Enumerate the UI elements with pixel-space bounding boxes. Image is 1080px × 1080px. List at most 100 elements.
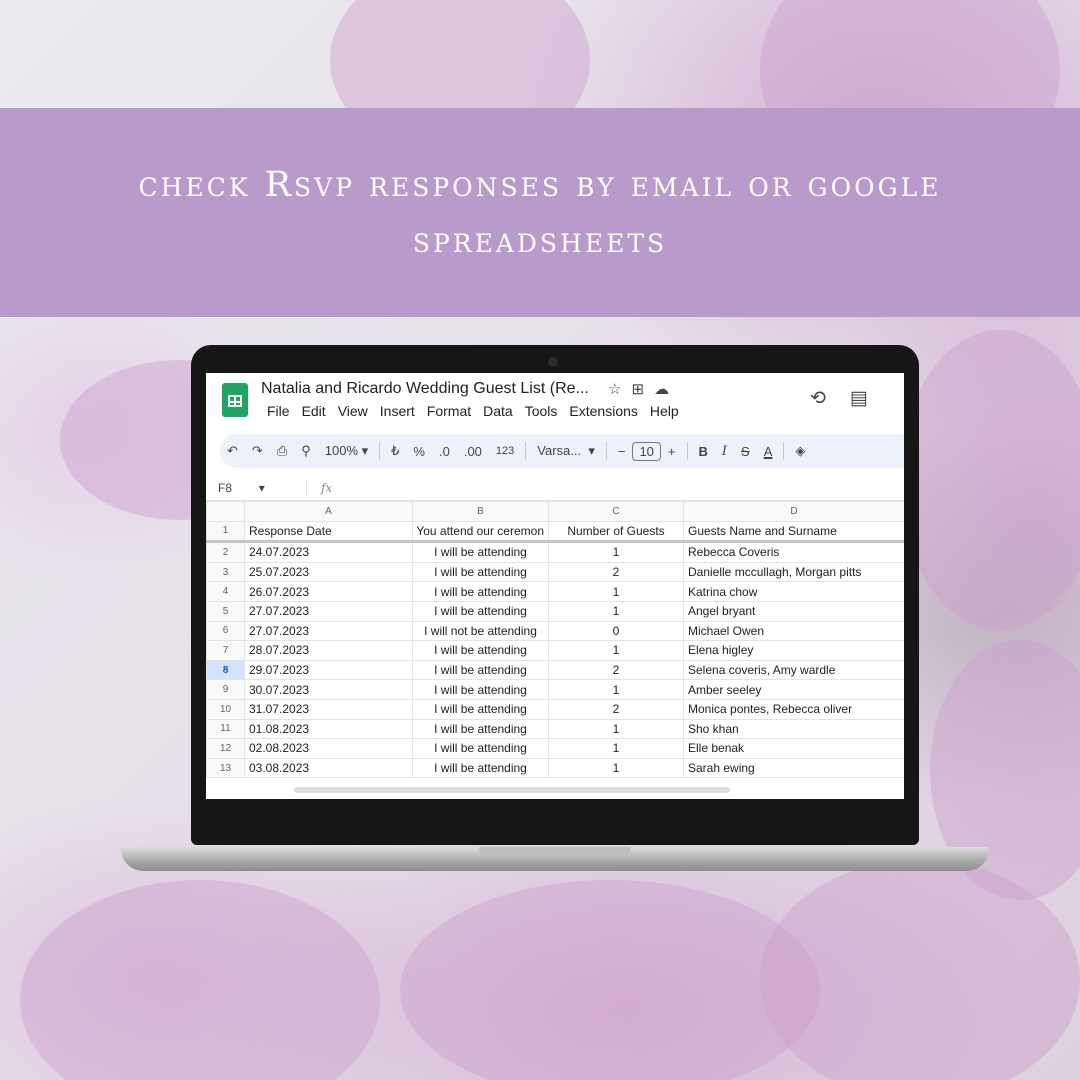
history-icon[interactable]: ⟲ [810, 387, 826, 410]
column-header-d[interactable]: D [683, 501, 904, 522]
cell-attend[interactable]: I will be attending [412, 698, 549, 720]
number-format-button[interactable]: 123 [489, 445, 521, 457]
column-header-a[interactable]: A [244, 501, 413, 522]
cell-attend[interactable]: I will be attending [412, 679, 549, 700]
cell-date[interactable]: 25.07.2023 [244, 561, 413, 583]
header-cell[interactable]: ll You attend our ceremon [412, 520, 549, 544]
cell-names[interactable]: Elena higley [683, 640, 904, 661]
cell-date[interactable]: 27.07.2023 [244, 620, 413, 642]
cell-guests[interactable]: 1 [548, 541, 684, 563]
star-icon[interactable]: ☆ [608, 380, 621, 398]
zoom-select[interactable]: 100% ▾ [318, 443, 375, 459]
header-cell[interactable]: Number of Guests [548, 520, 684, 544]
row-number[interactable]: 1 [206, 520, 245, 544]
cell-guests[interactable]: 2 [548, 561, 684, 583]
bold-button[interactable]: B [692, 444, 715, 459]
row-number[interactable]: 3 [206, 561, 245, 583]
font-select[interactable]: Varsa... ▾ [530, 443, 602, 459]
cell-attend[interactable]: I will be attending [412, 541, 549, 563]
menu-format[interactable]: Format [427, 403, 471, 419]
cell-guests[interactable]: 2 [548, 698, 684, 720]
font-size-input[interactable]: 10 [632, 441, 661, 461]
menu-extensions[interactable]: Extensions [569, 403, 637, 419]
row-number[interactable]: 2 [206, 541, 245, 563]
cell-date[interactable]: 29.07.2023 [244, 659, 413, 681]
cell-attend[interactable]: I will be attending [412, 738, 549, 759]
paint-format-icon[interactable]: ⚲ [294, 443, 318, 459]
row-number[interactable]: 4 [206, 581, 245, 602]
cell-names[interactable]: Angel bryant [683, 600, 904, 622]
cell-date[interactable]: 28.07.2023 [244, 640, 413, 661]
cell-names[interactable]: Selena coveris, Amy wardle [683, 659, 904, 681]
cloud-status-icon[interactable]: ☁ [654, 380, 669, 398]
header-cell[interactable]: Guests Name and Surname [683, 520, 904, 544]
undo-icon[interactable]: ↶ [220, 443, 245, 459]
cell-guests[interactable]: 1 [548, 738, 684, 759]
increase-decimals-button[interactable]: .00 [457, 444, 489, 459]
name-box[interactable]: F8 ▾ [206, 481, 298, 495]
cell-date[interactable]: 24.07.2023 [244, 541, 413, 563]
cell-attend[interactable]: I will be attending [412, 718, 549, 740]
cell-attend[interactable]: I will be attending [412, 561, 549, 583]
cell-names[interactable]: Danielle mccullagh, Morgan pitts [683, 561, 904, 583]
row-number[interactable]: 10 [206, 698, 245, 720]
cell-names[interactable]: Katrina chow [683, 581, 904, 602]
redo-icon[interactable]: ↷ [245, 443, 270, 459]
row-number[interactable]: 6 [206, 620, 245, 642]
cell-guests[interactable]: 1 [548, 581, 684, 602]
cell-guests[interactable]: 1 [548, 600, 684, 622]
cell-names[interactable]: Michael Owen [683, 620, 904, 642]
menu-edit[interactable]: Edit [302, 403, 326, 419]
cell-attend[interactable]: I will be attending [412, 640, 549, 661]
row-number[interactable]: 13 [206, 757, 245, 779]
percent-button[interactable]: % [406, 444, 432, 459]
row-number[interactable]: 7 [206, 640, 245, 661]
cell-date[interactable]: 01.08.2023 [244, 718, 413, 740]
row-number[interactable]: 11 [206, 718, 245, 740]
cell-attend[interactable]: I will be attending [412, 757, 549, 779]
cell-guests[interactable]: 1 [548, 640, 684, 661]
cell-date[interactable]: 26.07.2023 [244, 581, 413, 602]
move-to-folder-icon[interactable]: ⊞ [631, 380, 644, 398]
document-title[interactable]: Natalia and Ricardo Wedding Guest List (… [261, 380, 589, 398]
cell-date[interactable]: 30.07.2023 [244, 679, 413, 700]
row-number-selected[interactable]: 8 [206, 659, 245, 681]
cell-attend[interactable]: I will be attending [412, 600, 549, 622]
row-number[interactable]: 12 [206, 738, 245, 759]
comments-icon[interactable]: ▤ [850, 387, 868, 410]
cell-names[interactable]: Elle benak [683, 738, 904, 759]
row-number[interactable]: 5 [206, 600, 245, 622]
currency-button[interactable]: ₺ [384, 443, 406, 459]
decrease-decimals-button[interactable]: .0 [432, 444, 457, 459]
cell-date[interactable]: 03.08.2023 [244, 757, 413, 779]
cell-names[interactable]: Rebecca Coveris [683, 541, 904, 563]
menu-insert[interactable]: Insert [380, 403, 415, 419]
header-cell[interactable]: Response Date [244, 520, 413, 544]
cell-guests[interactable]: 2 [548, 659, 684, 681]
menu-view[interactable]: View [338, 403, 368, 419]
cell-guests[interactable]: 0 [548, 620, 684, 642]
select-all-corner[interactable] [206, 501, 245, 522]
cell-guests[interactable]: 1 [548, 718, 684, 740]
font-size-decrease-icon[interactable]: − [611, 444, 633, 459]
print-icon[interactable]: ⎙ [270, 443, 294, 459]
column-header-c[interactable]: C [548, 501, 684, 522]
menu-file[interactable]: File [267, 403, 290, 419]
cell-attend[interactable]: I will be attending [412, 659, 549, 681]
cell-guests[interactable]: 1 [548, 679, 684, 700]
sheets-logo-icon[interactable] [222, 383, 248, 417]
column-header-b[interactable]: B [412, 501, 549, 522]
menu-help[interactable]: Help [650, 403, 679, 419]
menu-tools[interactable]: Tools [525, 403, 558, 419]
font-size-increase-icon[interactable]: + [661, 444, 683, 459]
row-number[interactable]: 9 [206, 679, 245, 700]
cell-guests[interactable]: 1 [548, 757, 684, 779]
fill-color-icon[interactable]: ◈ [788, 443, 812, 459]
cell-date[interactable]: 27.07.2023 [244, 600, 413, 622]
cell-names[interactable]: Monica pontes, Rebecca oliver [683, 698, 904, 720]
text-color-button[interactable]: A [757, 444, 780, 459]
strikethrough-button[interactable]: S [734, 444, 757, 459]
cell-attend[interactable]: I will be attending [412, 581, 549, 602]
cell-date[interactable]: 31.07.2023 [244, 698, 413, 720]
cell-names[interactable]: Sarah ewing [683, 757, 904, 779]
